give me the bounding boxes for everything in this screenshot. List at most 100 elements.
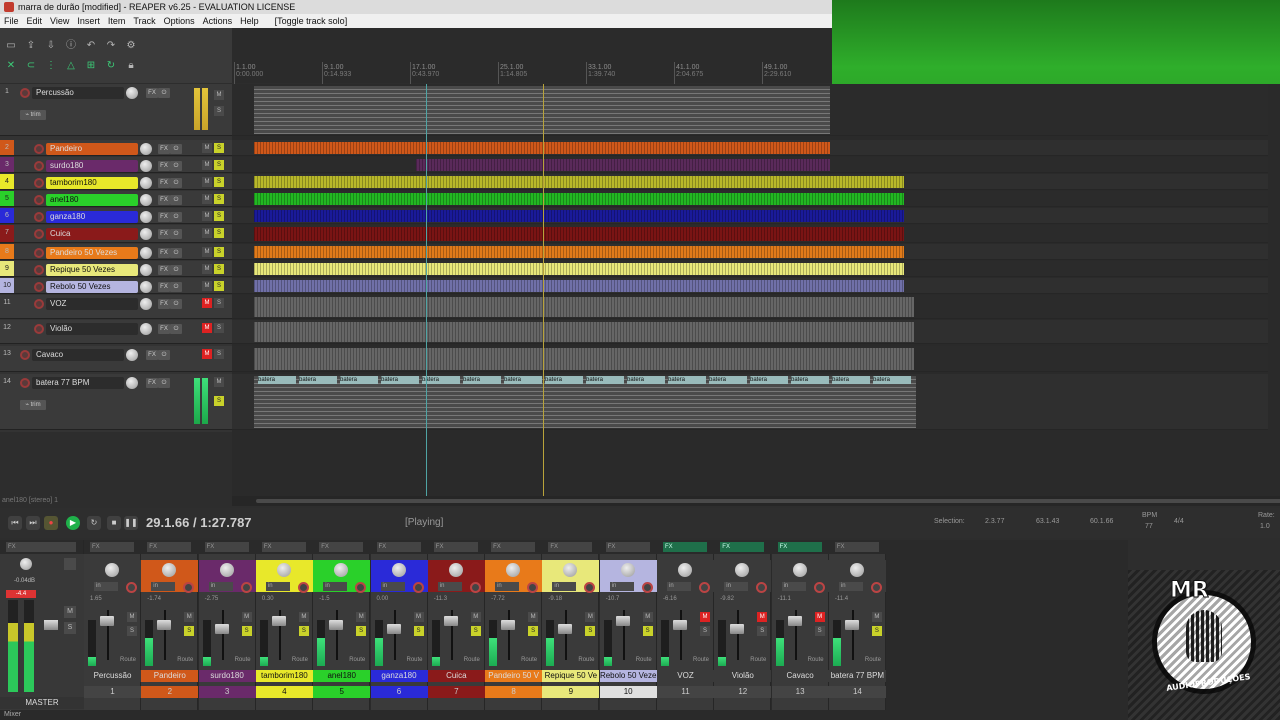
record-button[interactable]: ●: [44, 516, 58, 530]
strip-pan-knob[interactable]: [678, 563, 692, 577]
media-item[interactable]: [254, 280, 904, 292]
strip-fx-button[interactable]: FX: [90, 542, 134, 552]
track-solo-button[interactable]: S: [214, 396, 224, 406]
track-io-button[interactable]: ⏻: [170, 282, 182, 292]
track-name[interactable]: Pandeiro 50 Vezes: [46, 247, 138, 259]
track-solo-button[interactable]: S: [214, 177, 224, 187]
track-io-button[interactable]: ⏻: [170, 144, 182, 154]
track-volume-knob[interactable]: [140, 323, 152, 335]
track-7[interactable]: 7 Cuica FX ⏻ M S: [0, 225, 232, 243]
strip-solo-button[interactable]: S: [642, 626, 653, 636]
undo-icon[interactable]: ↶: [84, 39, 98, 52]
track-3[interactable]: 3 surdo180 FX ⏻ M S: [0, 157, 232, 173]
strip-mute-button[interactable]: M: [298, 612, 309, 622]
track-name[interactable]: anel180: [46, 194, 138, 206]
track-10[interactable]: 10 Rebolo 50 Vezes FX ⏻ M S: [0, 278, 232, 294]
track-envelope-button[interactable]: ⌁ trim: [20, 110, 46, 120]
strip-mute-button[interactable]: M: [184, 612, 195, 622]
strip-fx-button[interactable]: FX: [433, 542, 478, 552]
track-volume-knob[interactable]: [126, 377, 138, 389]
strip-mute-button[interactable]: M: [642, 612, 653, 622]
track-io-button[interactable]: ⏻: [170, 324, 182, 334]
strip-record-arm-button[interactable]: [813, 582, 825, 593]
strip-pan-knob[interactable]: [849, 563, 864, 577]
menu-item[interactable]: File: [0, 14, 23, 28]
track-mute-button[interactable]: M: [202, 228, 212, 238]
strip-fader[interactable]: [100, 616, 114, 626]
master-mono-button[interactable]: [64, 558, 76, 570]
track-mute-button[interactable]: M: [202, 211, 212, 221]
track-1[interactable]: 1 Percussão FX ⏻ ⌁ trim M S: [0, 84, 232, 136]
play-button[interactable]: ▶: [66, 516, 80, 530]
master-solo-button[interactable]: S: [64, 622, 76, 634]
track-9[interactable]: 9 Repique 50 Vezes FX ⏻ M S: [0, 261, 232, 277]
track-io-button[interactable]: ⏻: [170, 195, 182, 205]
track-lane[interactable]: [232, 261, 1268, 277]
track-fx-button[interactable]: FX: [158, 161, 170, 171]
strip-name[interactable]: Cavaco: [771, 670, 829, 682]
track-name[interactable]: tamborim180: [46, 177, 138, 189]
track-12[interactable]: 12 Violão FX ⏻ M S: [0, 320, 232, 344]
strip-mute-button[interactable]: M: [814, 612, 825, 622]
track-name[interactable]: Cuica: [46, 228, 138, 240]
horizontal-scrollbar[interactable]: [232, 496, 1280, 506]
strip-fx-button[interactable]: FX: [605, 542, 650, 552]
track-io-button[interactable]: ⏻: [170, 229, 182, 239]
strip-fader[interactable]: [787, 616, 802, 626]
track-fx-button[interactable]: FX: [158, 212, 170, 222]
strip-fx-button[interactable]: FX: [491, 542, 536, 552]
strip-mute-button[interactable]: M: [241, 612, 252, 622]
stop-button[interactable]: ■: [107, 516, 121, 530]
strip-name[interactable]: surdo180: [198, 670, 256, 682]
track-fx-button[interactable]: FX: [158, 144, 170, 154]
strip-input-button[interactable]: in: [208, 582, 233, 591]
strip-name[interactable]: Pandeiro 50 V: [485, 670, 543, 682]
strip-solo-button[interactable]: S: [241, 626, 252, 636]
track-lane[interactable]: batera batera batera batera batera batera bate…: [232, 374, 1268, 430]
strip-input-button[interactable]: in: [495, 582, 520, 591]
track-fx-button[interactable]: FX: [146, 88, 158, 98]
track-lane[interactable]: [232, 174, 1268, 190]
envelope-lock-icon[interactable]: △: [64, 59, 78, 72]
track-lane[interactable]: [232, 278, 1268, 294]
track-lane[interactable]: [232, 244, 1268, 260]
track-volume-knob[interactable]: [140, 143, 152, 155]
strip-fx-button[interactable]: FX: [204, 542, 249, 552]
lock-icon[interactable]: 🔒︎: [124, 59, 138, 72]
strip-input-button[interactable]: in: [151, 582, 176, 591]
record-arm-button[interactable]: [34, 265, 44, 275]
strip-fader[interactable]: [501, 620, 516, 630]
strip-record-arm-button[interactable]: [870, 582, 882, 593]
strip-pan-knob[interactable]: [219, 563, 234, 577]
strip-route-button[interactable]: Route: [407, 657, 423, 663]
strip-input-button[interactable]: in: [724, 582, 749, 591]
strip-route-button[interactable]: Route: [292, 657, 308, 663]
media-item[interactable]: [254, 322, 914, 342]
track-name[interactable]: ganza180: [46, 211, 138, 223]
go-end-button[interactable]: ⏭: [26, 516, 40, 530]
menu-item[interactable]: View: [46, 14, 73, 28]
track-name[interactable]: Cavaco: [32, 349, 124, 361]
track-io-button[interactable]: ⏻: [170, 265, 182, 275]
metronome-icon[interactable]: ⚙: [124, 39, 138, 52]
strip-route-button[interactable]: Route: [120, 657, 136, 663]
track-io-button[interactable]: ⏻: [158, 88, 170, 98]
strip-fader[interactable]: [443, 616, 458, 626]
track-name[interactable]: Percussão: [32, 87, 124, 99]
redo-icon[interactable]: ↷: [104, 39, 118, 52]
strip-fader[interactable]: [730, 624, 745, 634]
track-mute-button[interactable]: M: [202, 177, 212, 187]
strip-route-button[interactable]: Route: [177, 657, 193, 663]
record-arm-button[interactable]: [34, 178, 44, 188]
track-4[interactable]: 4 tamborim180 FX ⏻ M S: [0, 174, 232, 190]
strip-fader[interactable]: [214, 624, 229, 634]
track-lane[interactable]: [232, 320, 1268, 344]
track-io-button[interactable]: ⏻: [170, 299, 182, 309]
strip-solo-button[interactable]: S: [700, 626, 710, 636]
media-item[interactable]: [254, 193, 904, 205]
strip-input-button[interactable]: in: [380, 582, 405, 591]
strip-fx-button[interactable]: FX: [548, 542, 593, 552]
track-envelope-button[interactable]: ⌁ trim: [20, 400, 46, 410]
strip-mute-button[interactable]: M: [127, 612, 137, 622]
strip-solo-button[interactable]: S: [528, 626, 539, 636]
